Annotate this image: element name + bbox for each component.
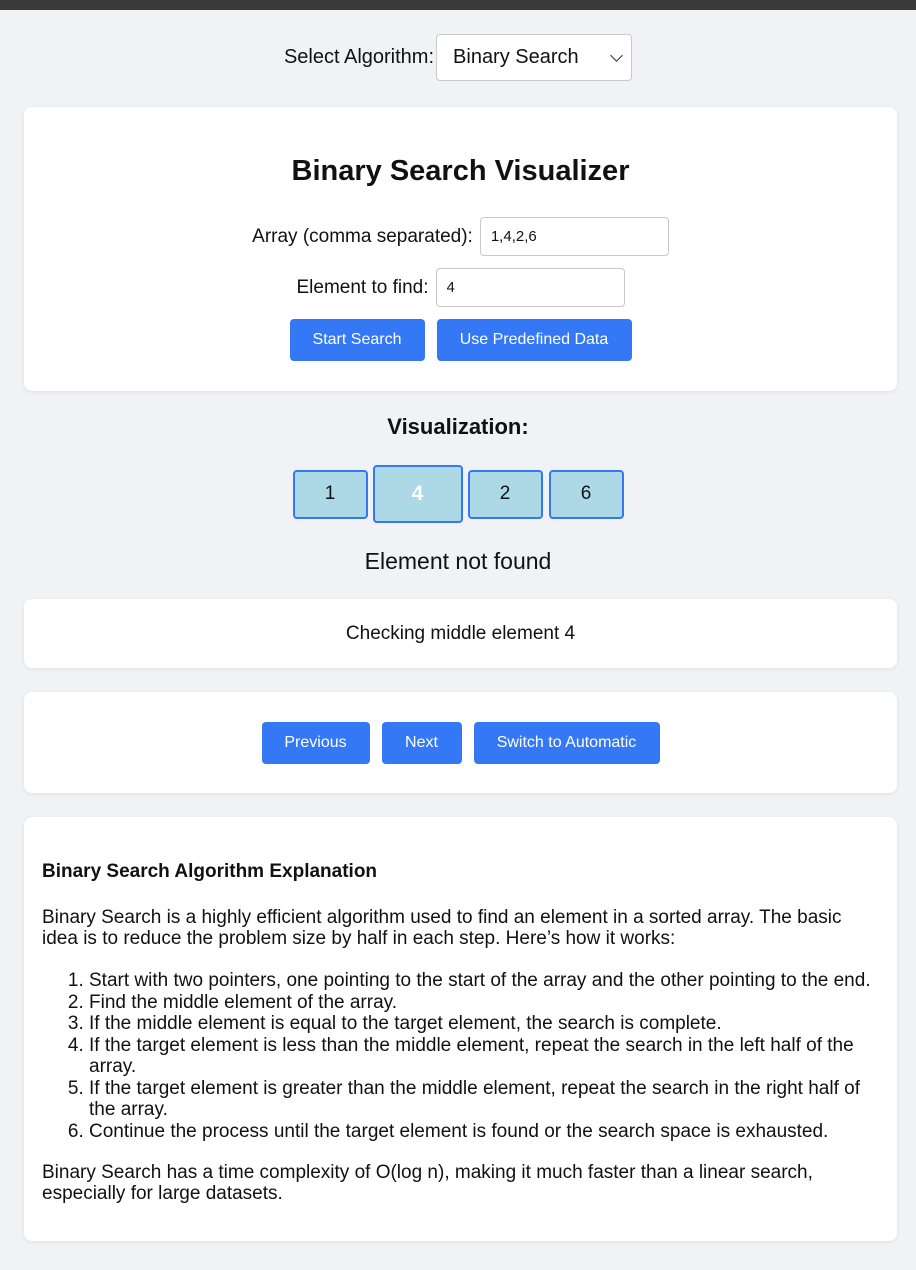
array-cell: 2	[467, 469, 543, 519]
list-item: Continue the process until the target el…	[89, 1121, 879, 1143]
explanation-card: Binary Search Algorithm Explanation Bina…	[24, 817, 897, 1241]
array-cell: 1	[292, 469, 368, 519]
list-item: If the target element is greater than th…	[89, 1078, 879, 1121]
explanation-intro: Binary Search is a highly efficient algo…	[42, 907, 842, 949]
visualization-heading: Visualization:	[387, 414, 529, 439]
search-input-card: Binary Search Visualizer Array (comma se…	[24, 107, 897, 391]
algorithm-select-label: Select Algorithm:	[283, 46, 435, 68]
input-actions: Start Search Use Predefined Data	[24, 319, 897, 361]
array-cell: 6	[548, 469, 624, 519]
algorithm-select[interactable]: Binary Search	[436, 34, 633, 81]
list-item: Start with two pointers, one pointing to…	[89, 970, 879, 992]
list-item: If the target element is less than the m…	[89, 1035, 879, 1078]
previous-button[interactable]: Previous	[261, 722, 370, 764]
array-cell-active: 4	[372, 465, 463, 523]
page-title: Binary Search Visualizer	[291, 155, 630, 187]
array-visualization: 1426	[0, 465, 916, 523]
step-message: Checking middle element 4	[345, 622, 576, 644]
explanation-outro: Binary Search has a time complexity of O…	[42, 1162, 813, 1204]
list-item: Find the middle element of the array.	[89, 992, 879, 1014]
array-field-row: Array (comma separated):	[24, 217, 897, 256]
step-controls-card: Previous Next Switch to Automatic	[24, 692, 897, 793]
array-input[interactable]	[479, 217, 669, 256]
list-item: If the middle element is equal to the ta…	[89, 1013, 879, 1035]
use-predefined-data-button[interactable]: Use Predefined Data	[436, 319, 632, 361]
window-top-bar	[0, 0, 916, 10]
target-input[interactable]	[435, 268, 625, 307]
chevron-down-icon	[610, 49, 623, 62]
algorithm-select-value: Binary Search	[453, 46, 579, 68]
switch-to-automatic-button[interactable]: Switch to Automatic	[473, 722, 660, 764]
array-label: Array (comma separated):	[252, 225, 473, 247]
step-message-card: Checking middle element 4	[24, 599, 897, 668]
start-search-button[interactable]: Start Search	[289, 319, 425, 361]
explanation-steps-list: Start with two pointers, one pointing to…	[42, 970, 879, 1142]
algorithm-selector-row: Select Algorithm: Binary Search	[0, 34, 916, 81]
target-label: Element to find:	[296, 276, 429, 298]
next-button[interactable]: Next	[381, 722, 462, 764]
step-controls: Previous Next Switch to Automatic	[24, 722, 897, 764]
explanation-heading: Binary Search Algorithm Explanation	[42, 861, 378, 882]
target-field-row: Element to find:	[24, 268, 897, 307]
search-result-text: Element not found	[364, 548, 552, 574]
